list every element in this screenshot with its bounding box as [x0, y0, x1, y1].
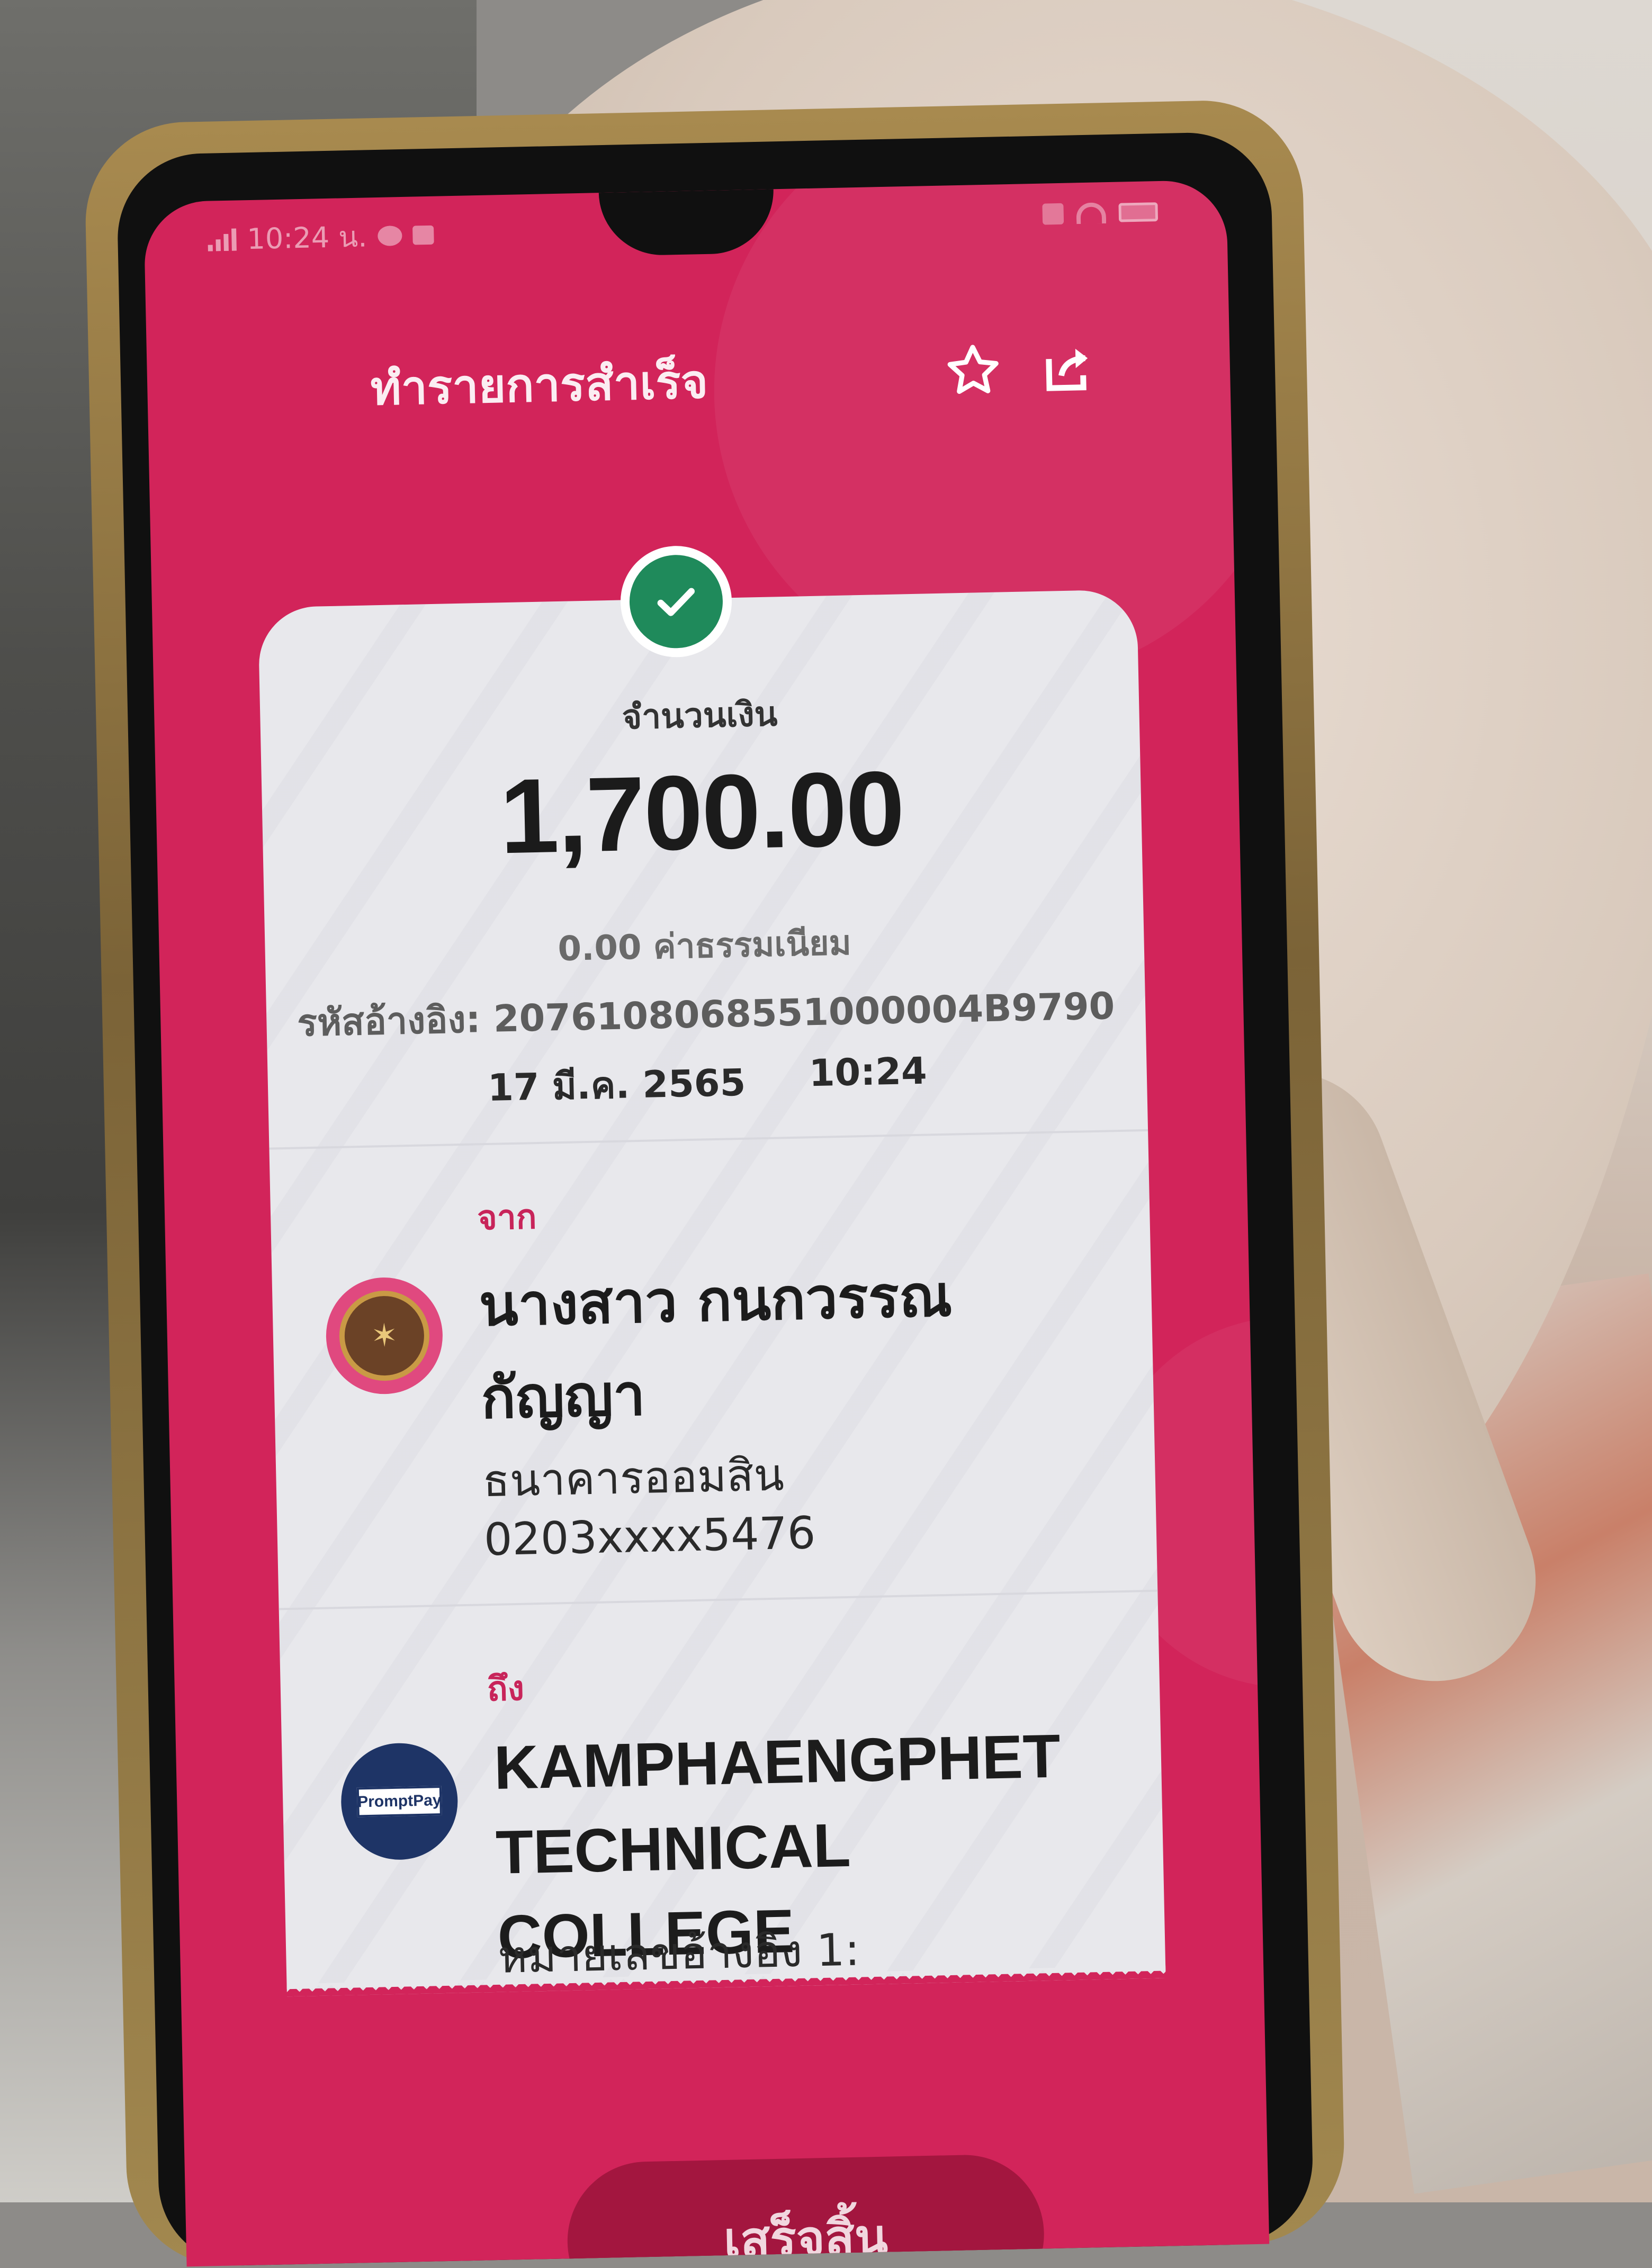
sender-name: นางสาว กนกวรรณ กัญญา: [478, 1263, 953, 1432]
divider: [279, 1589, 1158, 1610]
amount-value: 1,700.00: [498, 749, 905, 876]
signal-icon: [208, 228, 237, 251]
gsb-bank-logo: ✶: [325, 1276, 444, 1396]
app-screen: 10:24 น. ทำรายการสำเร็จ จำนวนเงิน 1,700.…: [143, 179, 1270, 2267]
share-icon: [1046, 348, 1088, 391]
from-label: จาก: [477, 1198, 537, 1238]
bank-emblem-icon: ✶: [338, 1290, 430, 1382]
chat-notification-icon: [377, 225, 402, 246]
finish-button[interactable]: เสร็จสิ้น: [565, 2153, 1046, 2267]
status-right: [1042, 201, 1159, 225]
phone-frame: 10:24 น. ทำรายการสำเร็จ จำนวนเงิน 1,700.…: [83, 98, 1346, 2268]
status-time: 10:24 น.: [246, 220, 367, 256]
media-notification-icon: [412, 225, 434, 245]
battery-icon: [1118, 202, 1159, 222]
promptpay-logo-text: PromptPay: [356, 1786, 442, 1817]
sender-account: 0203xxxx5476: [483, 1507, 816, 1566]
sender-bank: ธนาคารออมสิน: [482, 1448, 785, 1507]
check-icon: [657, 588, 695, 616]
favorite-button[interactable]: [941, 338, 1005, 402]
fee-text: 0.00 ค่าธรรมเนียม: [557, 923, 852, 969]
reference-code: รหัสอ้างอิง: 20761080685510000​04B9790: [297, 984, 1116, 1045]
success-circle: [629, 554, 724, 650]
divider: [269, 1129, 1148, 1150]
star-icon: [947, 345, 999, 394]
to-label: ถึง: [487, 1669, 525, 1709]
promptpay-logo: PromptPay: [340, 1742, 459, 1861]
share-button[interactable]: [1036, 336, 1101, 400]
transaction-datetime: 17 มี.ค. 2565 10:24: [267, 1045, 1147, 1122]
receipt-card: จำนวนเงิน 1,700.00 0.00 ค่าธรรมเนียม รหั…: [258, 589, 1166, 1990]
sim-icon: [1042, 203, 1064, 225]
transaction-date: 17 มี.ค. 2565: [487, 1060, 747, 1110]
wifi-icon: [1076, 202, 1107, 224]
amount-label: จำนวนเงิน: [621, 695, 778, 737]
status-left: 10:24 น.: [208, 212, 435, 263]
transaction-time: 10:24: [808, 1049, 928, 1095]
